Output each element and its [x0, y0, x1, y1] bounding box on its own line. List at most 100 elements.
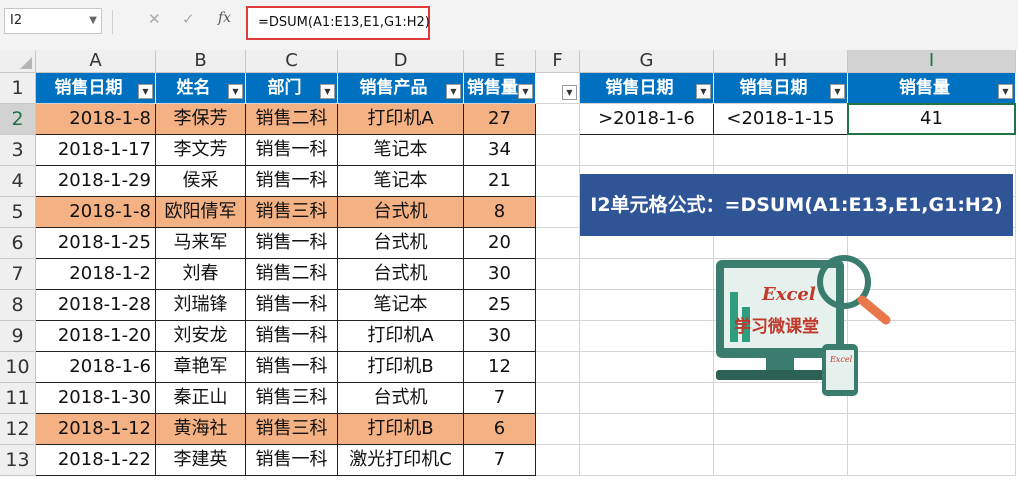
criteria-cell[interactable]: >2018-1-6	[580, 104, 714, 135]
filter-dropdown-icon[interactable]: ▼	[998, 84, 1013, 99]
empty-cell[interactable]	[536, 321, 580, 352]
table-cell[interactable]: 20	[464, 228, 536, 259]
empty-cell[interactable]	[536, 228, 580, 259]
empty-cell[interactable]	[714, 414, 848, 445]
cancel-icon[interactable]: ✕	[148, 10, 161, 28]
table-cell[interactable]: 激光打印机C	[338, 445, 464, 476]
table-cell[interactable]: 销售二科	[246, 259, 338, 290]
table-cell[interactable]: 黄海社	[156, 414, 246, 445]
empty-cell[interactable]	[580, 414, 714, 445]
empty-cell[interactable]	[580, 290, 714, 321]
empty-cell[interactable]	[536, 445, 580, 476]
row-header-4[interactable]: 4	[0, 166, 36, 197]
empty-cell[interactable]	[580, 321, 714, 352]
filter-dropdown-icon[interactable]: ▼	[228, 84, 243, 99]
row-header-7[interactable]: 7	[0, 259, 36, 290]
table-cell[interactable]: 7	[464, 445, 536, 476]
table-cell[interactable]: 销售三科	[246, 383, 338, 414]
criteria-header-cell[interactable]: 销售量 ▼	[848, 73, 1016, 104]
table-cell[interactable]: 秦正山	[156, 383, 246, 414]
table-cell[interactable]: 李保芳	[156, 104, 246, 135]
table-header-cell[interactable]: 部门 ▼	[246, 73, 338, 104]
row-header-9[interactable]: 9	[0, 321, 36, 352]
row-header-10[interactable]: 10	[0, 352, 36, 383]
table-cell[interactable]: 2018-1-12	[36, 414, 156, 445]
chevron-down-icon[interactable]: ▼	[89, 9, 97, 33]
empty-cell[interactable]	[580, 445, 714, 476]
row-header-2[interactable]: 2	[0, 104, 36, 135]
row-header-3[interactable]: 3	[0, 135, 36, 166]
table-cell[interactable]: 李文芳	[156, 135, 246, 166]
row-header-1[interactable]: 1	[0, 73, 36, 104]
table-cell[interactable]: 25	[464, 290, 536, 321]
table-cell[interactable]: 2018-1-2	[36, 259, 156, 290]
column-header-h[interactable]: H	[714, 50, 848, 73]
table-cell[interactable]: 2018-1-22	[36, 445, 156, 476]
table-cell[interactable]: 李建英	[156, 445, 246, 476]
empty-cell[interactable]	[536, 104, 580, 135]
table-cell[interactable]: 马来军	[156, 228, 246, 259]
table-cell[interactable]: 笔记本	[338, 166, 464, 197]
table-cell[interactable]: 2018-1-6	[36, 352, 156, 383]
filter-dropdown-icon[interactable]: ▼	[562, 85, 577, 100]
table-cell[interactable]: 销售一科	[246, 135, 338, 166]
name-box[interactable]: I2 ▼	[4, 8, 102, 34]
column-header-c[interactable]: C	[246, 50, 338, 73]
empty-cell[interactable]	[580, 135, 714, 166]
column-header-b[interactable]: B	[156, 50, 246, 73]
table-cell[interactable]: 刘瑞锋	[156, 290, 246, 321]
table-cell[interactable]: 销售一科	[246, 228, 338, 259]
table-cell[interactable]: 2018-1-28	[36, 290, 156, 321]
criteria-header-cell[interactable]: 销售日期 ▼	[580, 73, 714, 104]
column-header-e[interactable]: E	[464, 50, 536, 73]
table-cell[interactable]: 欧阳倩军	[156, 197, 246, 228]
table-cell[interactable]: 台式机	[338, 259, 464, 290]
filter-dropdown-icon[interactable]: ▼	[320, 84, 335, 99]
row-header-13[interactable]: 13	[0, 445, 36, 476]
table-cell[interactable]: 笔记本	[338, 135, 464, 166]
column-header-g[interactable]: G	[580, 50, 714, 73]
column-header-i[interactable]: I	[848, 50, 1016, 73]
table-cell[interactable]: 2018-1-8	[36, 197, 156, 228]
empty-cell[interactable]	[536, 352, 580, 383]
empty-cell[interactable]	[536, 197, 580, 228]
empty-cell[interactable]	[580, 383, 714, 414]
empty-cell[interactable]	[536, 383, 580, 414]
empty-cell[interactable]	[580, 352, 714, 383]
table-cell[interactable]: 2018-1-17	[36, 135, 156, 166]
table-cell[interactable]: 台式机	[338, 228, 464, 259]
table-cell[interactable]: 30	[464, 259, 536, 290]
column-header-a[interactable]: A	[36, 50, 156, 73]
table-cell[interactable]: 21	[464, 166, 536, 197]
table-cell[interactable]: 台式机	[338, 383, 464, 414]
table-cell[interactable]: 销售三科	[246, 414, 338, 445]
row-header-6[interactable]: 6	[0, 228, 36, 259]
empty-cell[interactable]	[536, 166, 580, 197]
table-cell[interactable]: 2018-1-8	[36, 104, 156, 135]
table-cell[interactable]: 7	[464, 383, 536, 414]
empty-cell[interactable]	[848, 414, 1016, 445]
table-cell[interactable]: 8	[464, 197, 536, 228]
table-cell[interactable]: 30	[464, 321, 536, 352]
table-cell[interactable]: 销售一科	[246, 290, 338, 321]
row-header-11[interactable]: 11	[0, 383, 36, 414]
table-cell[interactable]: 2018-1-30	[36, 383, 156, 414]
table-cell[interactable]: 34	[464, 135, 536, 166]
table-cell[interactable]: 2018-1-29	[36, 166, 156, 197]
table-cell[interactable]: 2018-1-20	[36, 321, 156, 352]
table-cell[interactable]: 销售三科	[246, 197, 338, 228]
filter-dropdown-icon[interactable]: ▼	[138, 84, 153, 99]
select-all-corner[interactable]	[0, 50, 36, 73]
table-cell[interactable]: 2018-1-25	[36, 228, 156, 259]
table-cell[interactable]: 侯采	[156, 166, 246, 197]
table-cell[interactable]: 笔记本	[338, 290, 464, 321]
table-cell[interactable]: 6	[464, 414, 536, 445]
table-header-cell[interactable]: 销售量 ▼	[464, 73, 536, 104]
row-header-5[interactable]: 5	[0, 197, 36, 228]
empty-cell[interactable]	[714, 135, 848, 166]
criteria-header-cell[interactable]: 销售日期 ▼	[714, 73, 848, 104]
table-cell[interactable]: 打印机A	[338, 104, 464, 135]
table-cell[interactable]: 销售二科	[246, 104, 338, 135]
formula-input[interactable]: =DSUM(A1:E13,E1,G1:H2)	[246, 6, 430, 40]
empty-cell[interactable]	[536, 414, 580, 445]
